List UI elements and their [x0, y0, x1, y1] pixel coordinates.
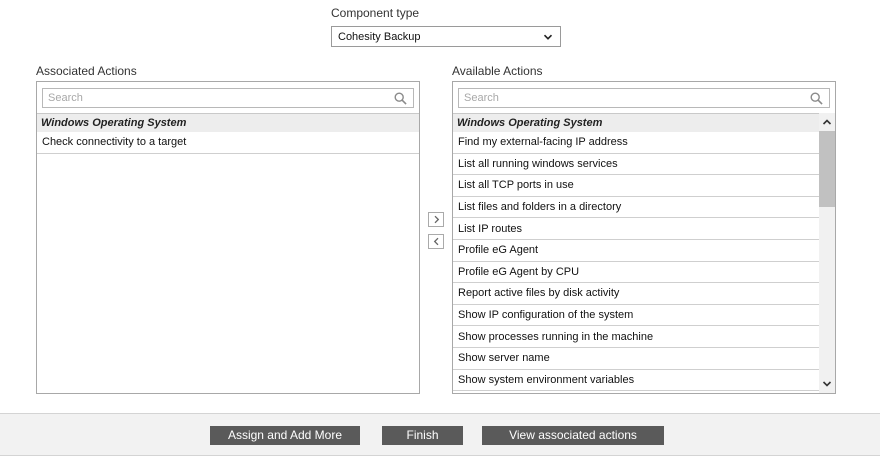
available-search[interactable] — [458, 88, 830, 108]
list-item[interactable]: Profile eG Agent by CPU — [453, 261, 819, 284]
list-item[interactable]: Show system environment variables — [453, 369, 819, 392]
component-type-select[interactable]: Cohesity Backup — [331, 26, 561, 47]
finish-button[interactable]: Finish — [382, 426, 463, 445]
component-type-value: Cohesity Backup — [338, 31, 421, 43]
chevron-down-icon — [543, 34, 553, 40]
list-item[interactable]: Find my external-facing IP address — [453, 132, 819, 154]
associated-actions-title: Associated Actions — [36, 64, 137, 78]
associated-search[interactable] — [42, 88, 414, 108]
available-group-header: Windows Operating System — [453, 113, 819, 132]
move-right-button[interactable] — [428, 212, 444, 227]
list-item[interactable]: Show server name — [453, 348, 819, 370]
list-item[interactable]: Show IP configuration of the system — [453, 304, 819, 327]
move-left-button[interactable] — [428, 234, 444, 249]
associated-search-input[interactable] — [43, 89, 389, 107]
associated-actions-panel: Windows Operating System Check connectiv… — [36, 81, 420, 394]
list-item[interactable]: List IP routes — [453, 218, 819, 240]
list-item[interactable]: Show processes running in the machine — [453, 326, 819, 348]
available-search-input[interactable] — [459, 89, 805, 107]
search-icon[interactable] — [394, 92, 407, 105]
list-item[interactable]: List all TCP ports in use — [453, 175, 819, 197]
list-item[interactable]: Report active files by disk activity — [453, 283, 819, 305]
assign-and-add-more-button[interactable]: Assign and Add More — [210, 426, 360, 445]
chevron-right-icon — [434, 215, 440, 224]
available-scrollbar-thumb[interactable] — [819, 131, 835, 207]
list-item[interactable]: Check connectivity to a target — [37, 132, 419, 154]
associated-group-header: Windows Operating System — [37, 113, 419, 132]
chevron-down-icon[interactable] — [821, 378, 833, 390]
search-icon[interactable] — [810, 92, 823, 105]
view-associated-actions-button[interactable]: View associated actions — [482, 426, 664, 445]
footer-bar: Assign and Add More Finish View associat… — [0, 413, 880, 456]
list-item[interactable]: Profile eG Agent — [453, 240, 819, 262]
component-type-label: Component type — [331, 6, 420, 20]
chevron-up-icon[interactable] — [821, 116, 833, 128]
available-actions-panel: Windows Operating System Find my externa… — [452, 81, 836, 394]
list-item[interactable]: List all running windows services — [453, 153, 819, 176]
chevron-left-icon — [433, 237, 439, 246]
available-actions-title: Available Actions — [452, 64, 543, 78]
list-item[interactable]: List files and folders in a directory — [453, 196, 819, 219]
